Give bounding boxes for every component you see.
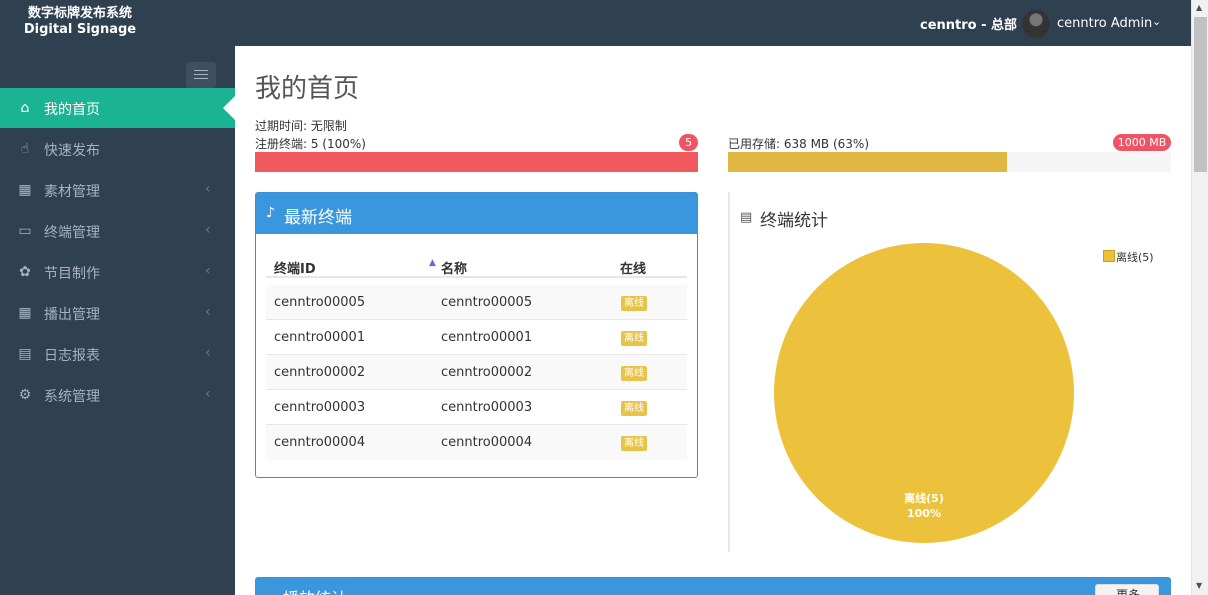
registered-progress-bar (255, 152, 698, 172)
top-navbar: 数字标牌发布系统 Digital Signage cenntro - 总部 ce… (0, 0, 1191, 46)
sidebar-item-media[interactable]: ▦ 素材管理 ‹ (0, 170, 235, 210)
sort-asc-icon[interactable]: ▲ (429, 258, 436, 268)
scroll-down-icon[interactable]: ▼ (1196, 581, 1202, 590)
sidebar-item-label: 快速发布 (44, 143, 100, 159)
stats-panel-title: 终端统计 (760, 211, 828, 231)
brand-logo[interactable]: 数字标牌发布系统 Digital Signage (0, 0, 160, 46)
bell-icon: ♪ (266, 205, 275, 221)
column-header-online[interactable]: 在线 (620, 258, 646, 277)
sidebar-item-terminals[interactable]: ▭ 终端管理 ‹ (0, 211, 235, 251)
chevron-left-icon: ‹ (205, 386, 211, 402)
status-badge: 离线 (621, 436, 647, 451)
expiry-text: 过期时间: 无限制 (255, 119, 347, 133)
org-name: cenntro - 总部 (920, 18, 1018, 33)
terminal-id: cenntro00002 (274, 365, 366, 380)
registered-terminals-label: 注册终端: 5 (100%) (255, 137, 366, 151)
hand-pointer-icon: ☝ (20, 141, 30, 157)
table-row[interactable]: cenntro00005 cenntro00005 离线 (266, 285, 687, 320)
sidebar-item-system[interactable]: ⚙ 系统管理 ‹ (0, 375, 235, 415)
sidebar-item-label: 系统管理 (44, 389, 100, 405)
sidebar-item-label: 节目制作 (44, 266, 100, 282)
terminal-name: cenntro00003 (441, 400, 533, 415)
storage-label: 已用存储: 638 MB (63%) (728, 137, 870, 151)
latest-terminals-panel: ♪ 最新终端 终端ID ▲ 名称 在线 cenntro00005 cenntro… (255, 192, 698, 478)
column-header-id[interactable]: 终端ID (274, 258, 316, 277)
sidebar-item-label: 我的首页 (44, 102, 100, 118)
sidebar-item-label: 素材管理 (44, 184, 100, 200)
chevron-left-icon: ‹ (205, 181, 211, 197)
sidebar-toggle-button[interactable] (186, 62, 216, 88)
chevron-left-icon: ‹ (205, 304, 211, 320)
registered-progress-fill (255, 152, 698, 172)
bar-chart-icon: ▤ (740, 210, 753, 225)
brand-title-cn: 数字标牌发布系统 (27, 6, 132, 21)
hamburger-icon (194, 70, 208, 71)
playback-stats-panel-header: 播放统计 更多 (255, 577, 1171, 595)
status-badge: 离线 (621, 331, 647, 346)
table-row[interactable]: cenntro00004 cenntro00004 离线 (266, 425, 687, 460)
storage-progress-fill (728, 152, 1008, 172)
legend-swatch (1103, 250, 1115, 262)
page-scrollbar[interactable]: ▲ ▼ (1191, 0, 1208, 595)
chevron-left-icon: ‹ (205, 222, 211, 238)
registered-count-badge: 5 (679, 134, 698, 151)
sidebar-item-home[interactable]: ⌂ 我的首页 (0, 88, 235, 128)
storage-capacity-badge: 1000 MB (1113, 134, 1171, 151)
terminal-id: cenntro00003 (274, 400, 366, 415)
desktop-icon: ▭ (18, 223, 32, 239)
table-header: 终端ID ▲ 名称 在线 (266, 245, 687, 278)
chevron-left-icon: ‹ (205, 263, 211, 279)
sidebar-item-programs[interactable]: ✿ 节目制作 ‹ (0, 252, 235, 292)
brand-title-en: Digital Signage (23, 22, 137, 37)
paw-icon: ✿ (19, 264, 31, 280)
table-row[interactable]: cenntro00001 cenntro00001 离线 (266, 320, 687, 355)
gears-icon: ⚙ (18, 387, 32, 403)
panel-title: 最新终端 (284, 208, 352, 228)
sidebar-item-label: 日志报表 (44, 348, 100, 364)
panel-title: 播放统计 (283, 585, 347, 595)
table-row[interactable]: cenntro00003 cenntro00003 离线 (266, 390, 687, 425)
status-badge: 离线 (621, 366, 647, 381)
chevron-left-icon: ‹ (205, 345, 211, 361)
terminal-id: cenntro00001 (274, 330, 366, 345)
user-menu[interactable]: cenntro Admin (1057, 16, 1152, 31)
terminal-id: cenntro00005 (274, 295, 366, 310)
qrcode-icon: ▦ (18, 182, 32, 198)
scroll-thumb[interactable] (1194, 17, 1207, 172)
terminal-name: cenntro00005 (441, 295, 533, 310)
terminal-name: cenntro00002 (441, 365, 533, 380)
status-badge: 离线 (621, 401, 647, 416)
terminal-name: cenntro00004 (441, 435, 533, 450)
sidebar-item-label: 播出管理 (44, 307, 100, 323)
page-title: 我的首页 (255, 74, 360, 104)
table-row[interactable]: cenntro00002 cenntro00002 离线 (266, 355, 687, 390)
sidebar-item-quick-publish[interactable]: ☝ 快速发布 (0, 129, 235, 169)
pie-slice-percent: 100% (907, 507, 941, 520)
terminal-id: cenntro00004 (274, 435, 366, 450)
sidebar-item-reports[interactable]: ▤ 日志报表 ‹ (0, 334, 235, 374)
avatar[interactable] (1022, 10, 1050, 38)
calendar-icon: ▦ (18, 305, 32, 321)
bar-chart-icon: ▤ (18, 346, 32, 362)
panel-header: ♪ 最新终端 (256, 193, 697, 234)
sidebar-item-label: 终端管理 (44, 225, 100, 241)
pie-slice-label: 离线(5) (904, 492, 944, 505)
home-icon: ⌂ (20, 100, 30, 116)
stats-panel-border (728, 192, 730, 552)
terminal-name: cenntro00001 (441, 330, 533, 345)
storage-progress-bar (728, 152, 1171, 172)
legend-label: 离线(5) (1116, 251, 1154, 264)
status-badge: 离线 (621, 296, 647, 311)
more-button[interactable]: 更多 (1095, 584, 1159, 595)
column-header-name[interactable]: 名称 (441, 258, 467, 277)
scroll-up-icon[interactable]: ▲ (1196, 3, 1202, 12)
sidebar-item-broadcast[interactable]: ▦ 播出管理 ‹ (0, 293, 235, 333)
chevron-down-icon[interactable]: ⌄ (1152, 15, 1161, 28)
